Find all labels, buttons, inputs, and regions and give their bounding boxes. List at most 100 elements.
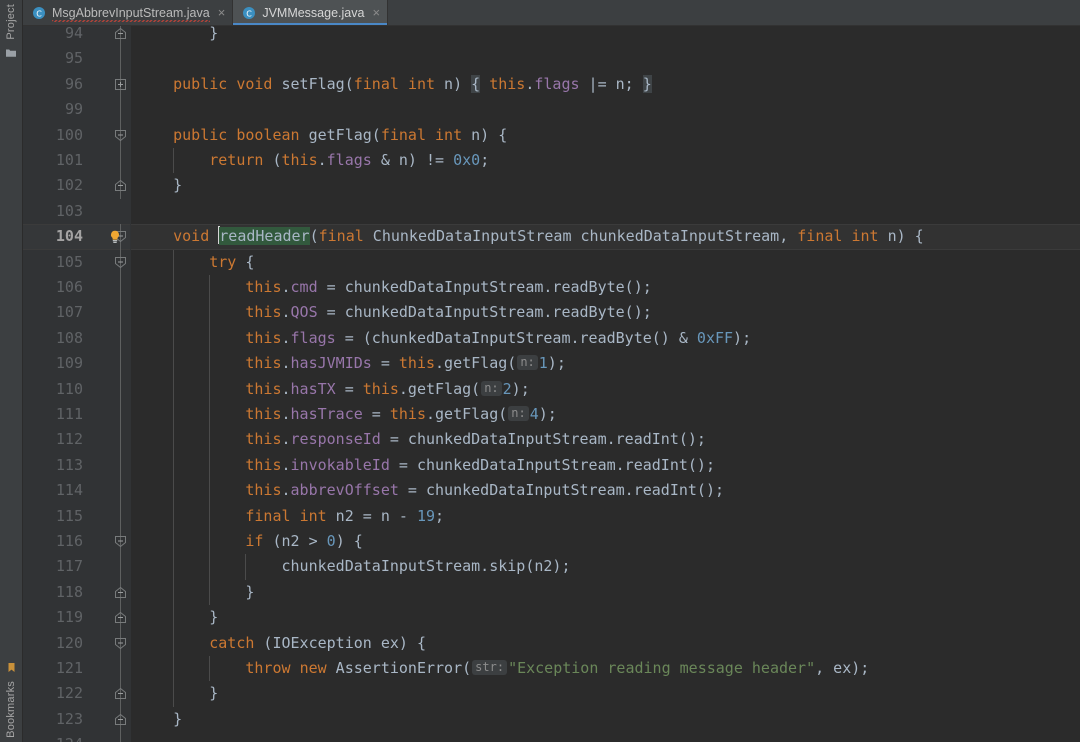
code-line[interactable]: void readHeader(final ChunkedDataInputSt… [131,224,1080,249]
fold-column[interactable] [111,732,131,742]
code-line[interactable]: public void setFlag(final int n) { this.… [131,72,1080,97]
code-line[interactable]: } [131,681,1080,706]
code-line[interactable]: this.cmd = chunkedDataInputStream.readBy… [131,275,1080,300]
code-line[interactable]: catch (IOException ex) { [131,631,1080,656]
editor-tab-0[interactable]: C MsgAbbrevInputStream.java × [23,0,234,25]
fold-column[interactable] [111,199,131,224]
code-token: hasTrace [290,405,363,423]
close-icon[interactable]: × [216,6,226,19]
code-line[interactable]: if (n2 > 0) { [131,529,1080,554]
fold-column[interactable] [111,26,131,47]
code-token: = chunkedDataInputStream.readInt(); [389,455,715,474]
code-line[interactable] [131,97,1080,122]
fold-column[interactable] [111,452,131,479]
fold-column[interactable] [111,122,131,148]
close-icon[interactable]: × [370,6,380,19]
fold-start-icon[interactable] [113,128,128,143]
fold-column[interactable] [111,249,131,275]
code-line[interactable]: this.flags = (chunkedDataInputStream.rea… [131,326,1080,351]
fold-end-icon[interactable] [113,712,128,727]
code-token: throw [245,659,291,677]
code-token: ; [435,506,445,525]
fold-column[interactable] [111,630,131,656]
code-line[interactable]: this.abbrevOffset = chunkedDataInputStre… [131,478,1080,503]
code-line[interactable]: } [131,173,1080,198]
code-line[interactable]: } [131,707,1080,732]
tool-window-strip: Project Bookmarks [0,0,23,742]
code-editor[interactable]: 94 95 96 99 100 101 102 103 104 105 106 107 108 109 11… [23,26,1080,742]
fold-end-icon[interactable] [113,26,128,41]
fold-column[interactable] [111,681,131,707]
fold-region-line [120,46,121,72]
code-line[interactable]: this.hasTX = this.getFlag(n: 2); [131,377,1080,402]
sidebar-item-project[interactable]: Project [0,4,22,63]
fold-column[interactable] [111,503,131,529]
fold-end-icon[interactable] [113,178,128,193]
fold-column[interactable] [111,554,131,580]
code-line[interactable]: throw new AssertionError(str: "Exception … [131,656,1080,681]
code-line[interactable]: } [131,580,1080,605]
fold-column[interactable] [111,706,131,733]
editor-gutter[interactable]: 94 95 96 99 100 101 102 103 104 105 106 107 108 109 11… [23,26,131,742]
fold-column[interactable] [111,300,131,326]
intention-bulb-icon[interactable] [107,229,123,245]
code-text-area[interactable]: } public void setFlag(final int n) { thi… [131,26,1080,742]
fold-column[interactable] [111,529,131,555]
fold-region-line [120,503,121,529]
fold-column[interactable] [111,275,131,301]
code-line[interactable]: this.QOS = chunkedDataInputStream.readBy… [131,300,1080,325]
code-token: flags [534,74,580,93]
fold-collapsed-icon[interactable] [113,77,128,92]
sidebar-item-bookmarks[interactable]: Bookmarks [0,658,22,738]
code-line[interactable]: public boolean getFlag(final int n) { [131,123,1080,148]
fold-column[interactable] [111,148,131,174]
code-token: flags [290,328,336,347]
fold-column[interactable] [111,427,131,453]
code-token: n) { [462,125,508,144]
code-line[interactable]: chunkedDataInputStream.skip(n2); [131,554,1080,579]
code-line[interactable]: } [131,605,1080,630]
code-token: ) { [335,532,363,550]
code-line[interactable] [131,46,1080,71]
fold-end-icon[interactable] [113,686,128,701]
code-line[interactable]: } [131,26,1080,46]
code-line[interactable]: this.hasJVMIDs = this.getFlag(n: 1); [131,351,1080,376]
fold-end-icon[interactable] [113,585,128,600]
fold-column[interactable] [111,656,131,682]
fold-column[interactable] [111,173,131,199]
code-line[interactable] [131,199,1080,224]
fold-column[interactable] [111,325,131,352]
code-token: catch [209,633,255,652]
fold-column[interactable] [111,402,131,428]
code-line[interactable]: this.responseId = chunkedDataInputStream… [131,427,1080,452]
fold-end-icon[interactable] [113,610,128,625]
code-token: readHeader [219,227,310,246]
fold-column[interactable] [111,376,131,402]
editor-tab-1[interactable]: C JVMMessage.java × [233,0,389,25]
code-line[interactable]: this.invokableId = chunkedDataInputStrea… [131,453,1080,478]
fold-start-icon[interactable] [113,636,128,651]
fold-column[interactable] [111,46,131,72]
code-line[interactable]: try { [131,250,1080,275]
fold-column[interactable] [111,71,131,98]
fold-column[interactable] [111,579,131,606]
fold-column[interactable] [111,478,131,504]
fold-column[interactable] [111,605,131,631]
code-line[interactable] [131,732,1080,742]
code-token: this [245,481,282,500]
code-line[interactable]: final int n2 = n - 19; [131,504,1080,529]
fold-column[interactable] [111,351,131,377]
code-line[interactable]: this.hasTrace = this.getFlag(n: 4); [131,402,1080,427]
fold-region-line [120,148,121,174]
code-line[interactable]: return (this.flags & n) != 0x0; [131,148,1080,173]
fold-column[interactable] [111,97,131,123]
fold-start-icon[interactable] [113,534,128,549]
fold-start-icon[interactable] [113,255,128,270]
code-token: this [398,354,436,373]
